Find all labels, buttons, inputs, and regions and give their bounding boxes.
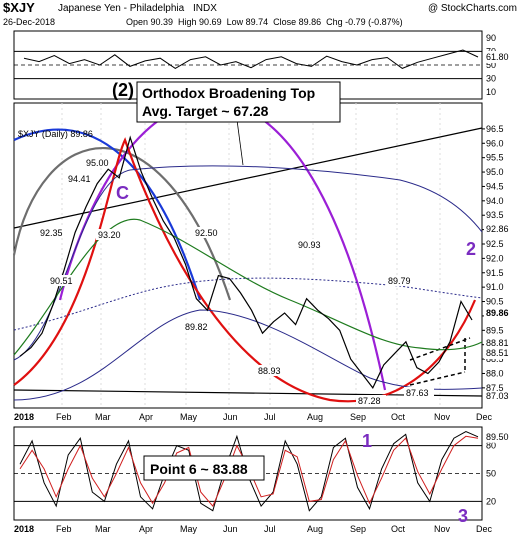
price-tick-label: 95.0 [486, 167, 504, 177]
price-annotation: 93.20 [98, 230, 121, 240]
stoch-wave-3: 3 [458, 506, 468, 526]
chart-name: Japanese Yen - Philadelphia [58, 3, 185, 14]
price-tick-label: 90.5 [486, 297, 504, 307]
chart-symbol: $XJY [3, 0, 35, 15]
price-annotation: 88.93 [258, 366, 281, 376]
month-label: Aug [307, 412, 323, 422]
stoch-month-label: Jul [264, 524, 276, 534]
price-annotation: 90.93 [298, 240, 321, 250]
rsi-tick-label: 30 [486, 74, 496, 84]
price-tick-label: 91.5 [486, 268, 504, 278]
month-label: Jun [223, 412, 238, 422]
stoch-wave-1: 1 [362, 431, 372, 451]
point6-label: Point 6 ~ 83.88 [150, 461, 248, 477]
price-tick-label: 94.0 [486, 196, 504, 206]
month-label: Dec [476, 412, 493, 422]
month-label: 2018 [14, 412, 34, 422]
price-value-label: 88.51 [486, 348, 509, 358]
rsi-tick-label: 90 [486, 33, 496, 43]
price-value-label: 92.86 [486, 224, 509, 234]
wave-c-label: C [116, 183, 129, 203]
price-tick-label: 94.5 [486, 181, 504, 191]
month-label: Nov [434, 412, 451, 422]
stoch-month-label: Aug [307, 524, 323, 534]
month-label: Mar [95, 412, 111, 422]
stock-chart: $XJY Japanese Yen - Philadelphia INDX @ … [3, 0, 518, 534]
price-annotation: 92.50 [195, 228, 218, 238]
stoch-month-label: Sep [350, 524, 366, 534]
chart-date: 26-Dec-2018 [3, 17, 55, 27]
price-annotation: 94.41 [68, 174, 91, 184]
price-tick-label: 89.5 [486, 325, 504, 335]
month-label: Jul [264, 412, 276, 422]
price-tick-label: 88.0 [486, 368, 504, 378]
price-annotation: 87.63 [406, 388, 429, 398]
stoch-tick-label: 20 [486, 496, 496, 506]
chart-exchange: INDX [193, 3, 217, 14]
price-legend: $XJY (Daily) 89.86 [18, 129, 93, 139]
month-label: Oct [391, 412, 406, 422]
callout-title: Orthodox Broadening Top [142, 85, 315, 101]
stoch-month-label: Feb [56, 524, 72, 534]
chart-ohlc: Open 90.39 High 90.69 Low 89.74 Close 89… [126, 17, 403, 27]
price-annotation: 89.82 [185, 322, 208, 332]
stoch-month-label: 2018 [14, 524, 34, 534]
price-value-label: 89.86 [486, 308, 509, 318]
rsi-tick-label: 10 [486, 87, 496, 97]
price-annotation: 90.51 [50, 276, 73, 286]
stoch-month-label: Jun [223, 524, 238, 534]
price-tick-label: 92.0 [486, 253, 504, 263]
wave-2-label: (2) [112, 80, 134, 100]
stoch-month-label: Oct [391, 524, 406, 534]
stoch-month-label: Apr [139, 524, 153, 534]
price-panel [13, 102, 483, 409]
price-value-label: 88.81 [486, 338, 509, 348]
stoch-tick-label: 50 [486, 469, 496, 479]
price-annotation: 87.28 [358, 396, 381, 406]
price-annotation: 89.79 [388, 276, 411, 286]
callout-target: Avg. Target ~ 67.28 [142, 103, 269, 119]
month-label: Sep [350, 412, 366, 422]
price-annotation: 95.00 [86, 158, 109, 168]
rsi-value-label: 61.80 [486, 52, 509, 62]
price-value-label: 87.03 [486, 391, 509, 401]
price-tick-label: 96.5 [486, 124, 504, 134]
stoch-value-label: 89.50 [486, 432, 509, 442]
month-label: Feb [56, 412, 72, 422]
wave-2-right-label: 2 [466, 239, 476, 259]
stoch-month-label: Nov [434, 524, 451, 534]
price-tick-label: 93.5 [486, 210, 504, 220]
stoch-month-label: May [180, 524, 198, 534]
stoch-month-label: Dec [476, 524, 493, 534]
price-tick-label: 91.0 [486, 282, 504, 292]
stoch-month-label: Mar [95, 524, 111, 534]
price-tick-label: 92.5 [486, 239, 504, 249]
chart-source: @ StockCharts.com [428, 3, 517, 14]
price-tick-label: 95.5 [486, 153, 504, 163]
month-label: May [180, 412, 198, 422]
price-tick-label: 96.0 [486, 138, 504, 148]
price-annotation: 92.35 [40, 228, 63, 238]
month-label: Apr [139, 412, 153, 422]
